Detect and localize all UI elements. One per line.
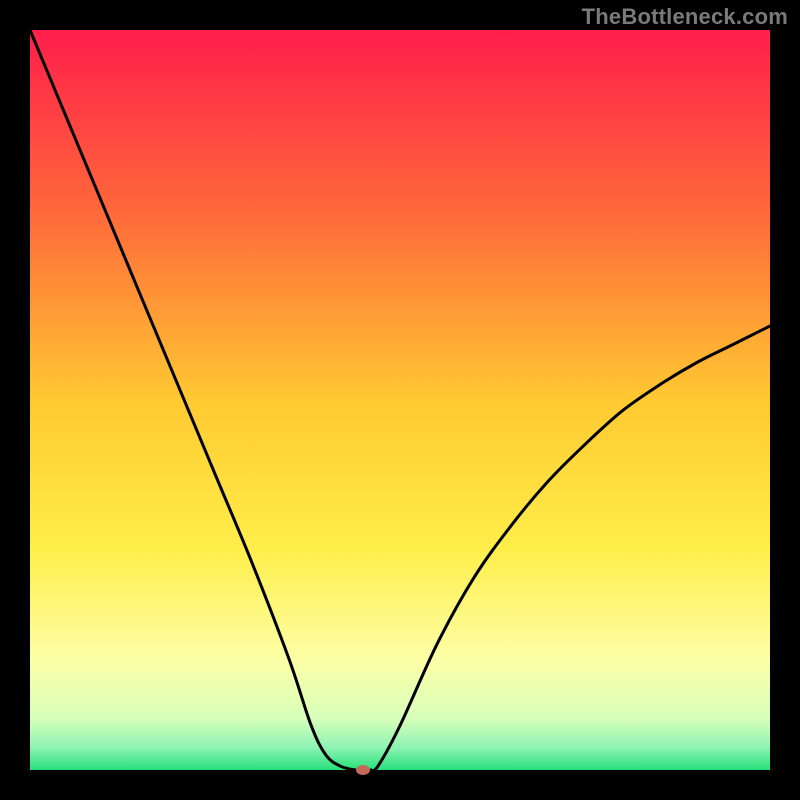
min-point-marker [356, 765, 370, 775]
chart-frame: TheBottleneck.com [0, 0, 800, 800]
chart-svg [0, 0, 800, 800]
plot-background [30, 30, 770, 770]
watermark-text: TheBottleneck.com [582, 4, 788, 30]
